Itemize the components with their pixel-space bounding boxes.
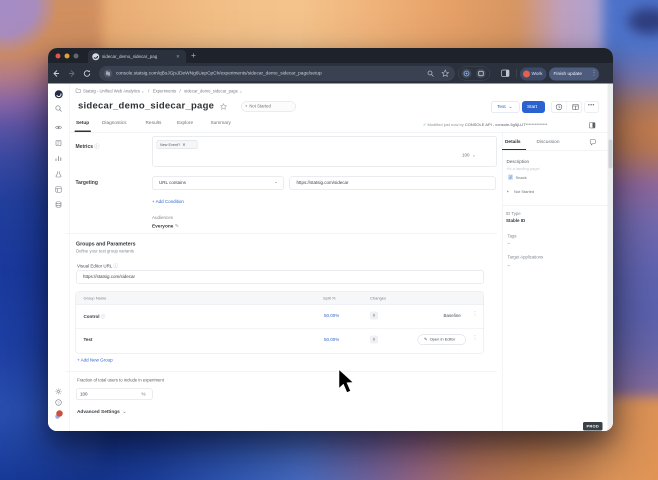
svg-text:?: ?: [57, 400, 60, 405]
